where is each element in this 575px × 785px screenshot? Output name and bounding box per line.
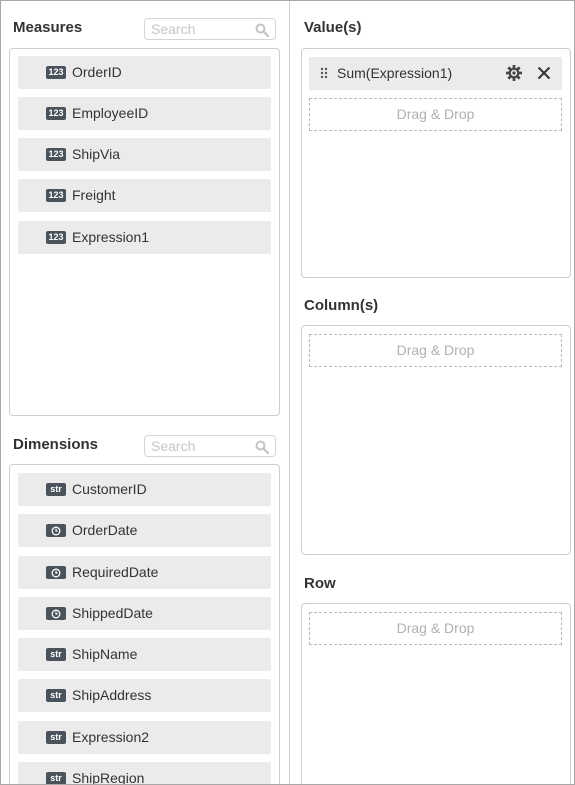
field-list-panel: Measures 123 OrderID 123 EmployeeID 123 … bbox=[0, 0, 575, 785]
columns-title: Column(s) bbox=[304, 297, 379, 314]
field-label: Expression2 bbox=[72, 729, 150, 745]
dimensions-list: str CustomerID OrderDate RequiredDate Sh… bbox=[9, 464, 280, 785]
field-label: EmployeeID bbox=[72, 105, 149, 121]
search-icon bbox=[255, 23, 269, 37]
dimensions-search-input[interactable] bbox=[151, 438, 251, 454]
value-field-chip[interactable]: Sum(Expression1) bbox=[309, 57, 562, 90]
clock-icon bbox=[51, 526, 61, 535]
numeric-type-badge: 123 bbox=[46, 148, 66, 161]
drag-handle-icon[interactable] bbox=[320, 67, 328, 81]
dimension-field-requireddate[interactable]: RequiredDate bbox=[18, 556, 271, 589]
date-type-badge bbox=[46, 524, 66, 537]
measure-field-orderid[interactable]: 123 OrderID bbox=[18, 56, 271, 89]
panel-divider bbox=[289, 1, 290, 784]
measures-search[interactable] bbox=[144, 18, 276, 40]
value-field-label: Sum(Expression1) bbox=[337, 65, 453, 81]
columns-drop-zone[interactable]: Drag & Drop bbox=[309, 334, 562, 367]
measure-field-expression1[interactable]: 123 Expression1 bbox=[18, 221, 271, 254]
string-type-badge: str bbox=[46, 483, 66, 496]
search-icon bbox=[255, 440, 269, 454]
values-box: Sum(Expression1) Drag & Drop bbox=[301, 48, 571, 278]
field-label: ShipAddress bbox=[72, 687, 152, 703]
dimension-field-shipaddress[interactable]: str ShipAddress bbox=[18, 679, 271, 712]
dimensions-title: Dimensions bbox=[13, 436, 99, 453]
numeric-type-badge: 123 bbox=[46, 231, 66, 244]
close-icon[interactable] bbox=[536, 65, 552, 81]
dimension-field-shipname[interactable]: str ShipName bbox=[18, 638, 271, 671]
string-type-badge: str bbox=[46, 648, 66, 661]
field-label: CustomerID bbox=[72, 481, 147, 497]
field-label: OrderID bbox=[72, 64, 122, 80]
field-label: Expression1 bbox=[72, 229, 150, 245]
string-type-badge: str bbox=[46, 731, 66, 744]
dimensions-search[interactable] bbox=[144, 435, 276, 457]
field-label: ShipVia bbox=[72, 146, 121, 162]
dimension-field-expression2[interactable]: str Expression2 bbox=[18, 721, 271, 754]
measure-field-employeeid[interactable]: 123 EmployeeID bbox=[18, 97, 271, 130]
field-label: ShippedDate bbox=[72, 605, 153, 621]
rows-title: Row bbox=[304, 575, 336, 592]
values-title: Value(s) bbox=[304, 19, 362, 36]
values-drop-zone[interactable]: Drag & Drop bbox=[309, 98, 562, 131]
string-type-badge: str bbox=[46, 689, 66, 702]
rows-drop-zone[interactable]: Drag & Drop bbox=[309, 612, 562, 645]
date-type-badge bbox=[46, 566, 66, 579]
measures-search-input[interactable] bbox=[151, 21, 251, 37]
measure-field-freight[interactable]: 123 Freight bbox=[18, 179, 271, 212]
dimension-field-shippeddate[interactable]: ShippedDate bbox=[18, 597, 271, 630]
field-label: RequiredDate bbox=[72, 564, 159, 580]
numeric-type-badge: 123 bbox=[46, 66, 66, 79]
dimension-field-customerid[interactable]: str CustomerID bbox=[18, 473, 271, 506]
measures-list: 123 OrderID 123 EmployeeID 123 ShipVia 1… bbox=[9, 48, 280, 416]
field-label: Freight bbox=[72, 187, 116, 203]
string-type-badge: str bbox=[46, 772, 66, 784]
clock-icon bbox=[51, 568, 61, 577]
field-label: ShipName bbox=[72, 646, 138, 662]
gear-icon[interactable] bbox=[505, 64, 523, 82]
measures-title: Measures bbox=[13, 19, 83, 36]
numeric-type-badge: 123 bbox=[46, 189, 66, 202]
field-label: OrderDate bbox=[72, 522, 138, 538]
dimension-field-orderdate[interactable]: OrderDate bbox=[18, 514, 271, 547]
measure-field-shipvia[interactable]: 123 ShipVia bbox=[18, 138, 271, 171]
numeric-type-badge: 123 bbox=[46, 107, 66, 120]
columns-box: Drag & Drop bbox=[301, 325, 571, 555]
rows-box: Drag & Drop bbox=[301, 603, 571, 784]
clock-icon bbox=[51, 609, 61, 618]
field-label: ShipRegion bbox=[72, 770, 145, 785]
date-type-badge bbox=[46, 607, 66, 620]
dimension-field-shipregion[interactable]: str ShipRegion bbox=[18, 762, 271, 785]
